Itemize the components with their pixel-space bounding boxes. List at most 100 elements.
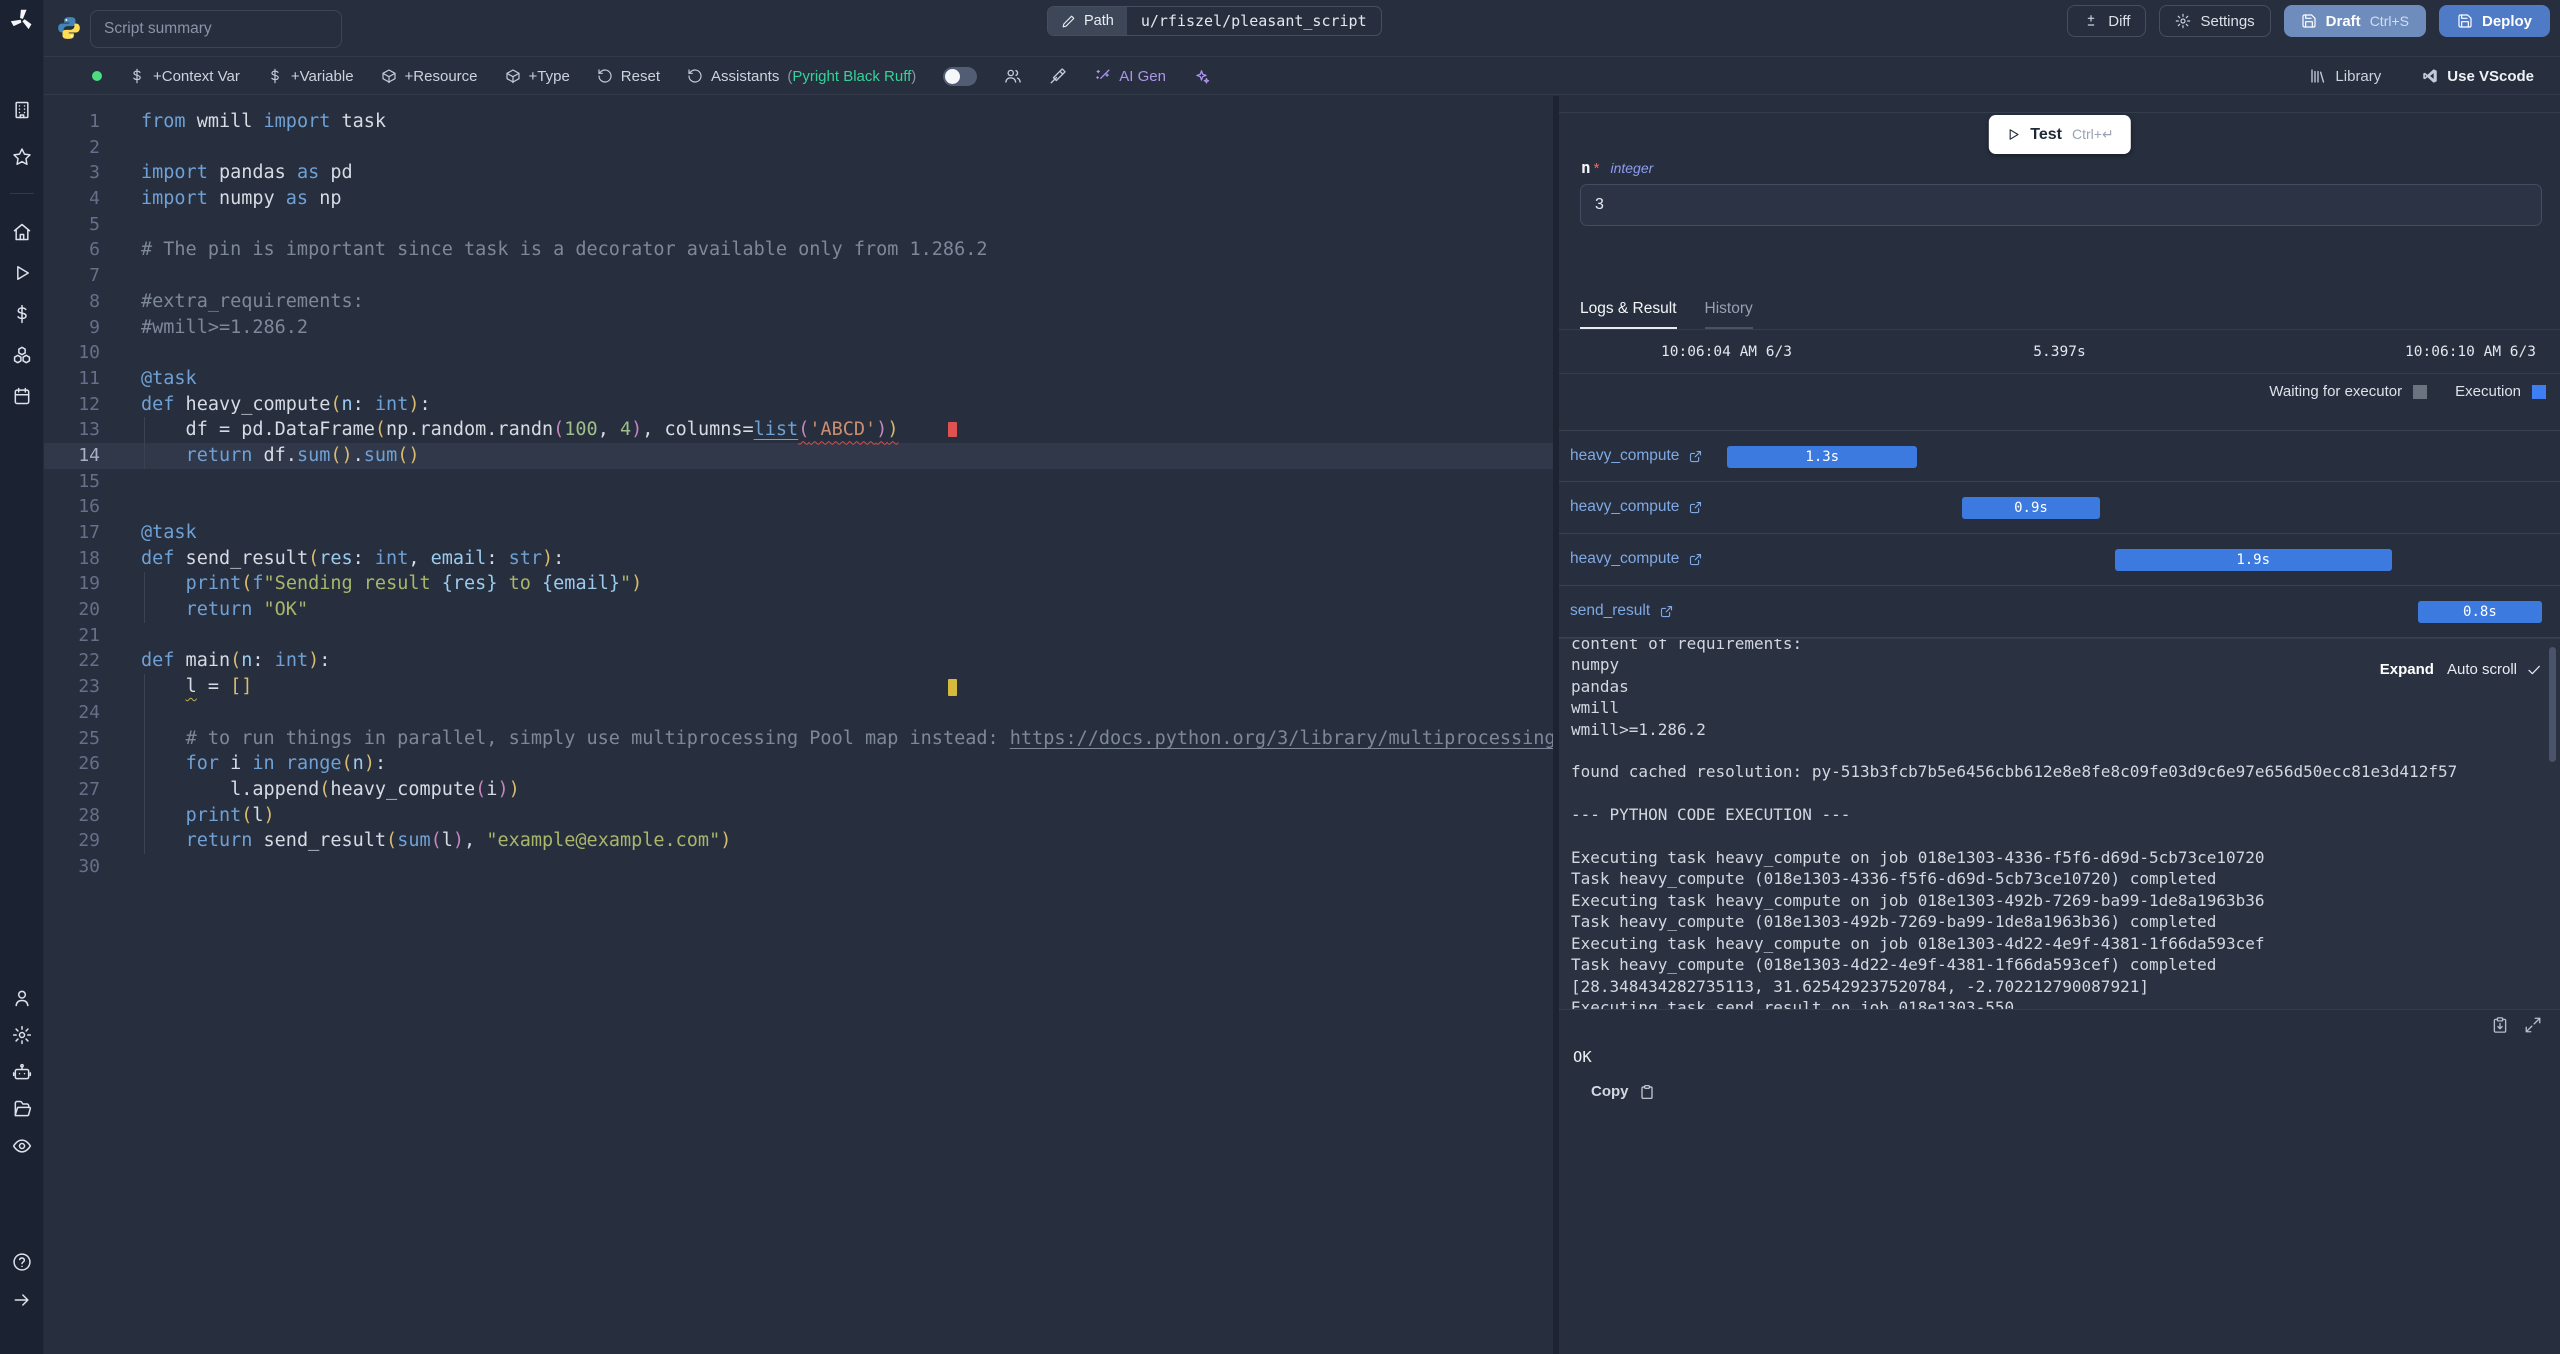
code-line[interactable]: 11 @task: [44, 366, 1553, 392]
library-button[interactable]: Library: [2309, 67, 2381, 85]
code-line[interactable]: 3 import pandas as pd: [44, 160, 1553, 186]
add-type-button[interactable]: +Type: [505, 68, 570, 85]
line-number: 27: [78, 778, 100, 800]
collaborators-button[interactable]: [1004, 67, 1022, 85]
job-link-send_result[interactable]: send_result: [1570, 602, 1674, 620]
code-line[interactable]: 22 def main(n: int):: [44, 648, 1553, 674]
code-line[interactable]: 29 return send_result(sum(l), "example@e…: [44, 828, 1553, 854]
script-summary-input[interactable]: [90, 10, 342, 48]
ai-sparkles-button[interactable]: [1193, 68, 1210, 85]
code-line[interactable]: 14 return df.sum().sum(): [44, 442, 1553, 469]
settings-button[interactable]: Settings: [2159, 5, 2271, 37]
arg-n-input[interactable]: [1580, 184, 2542, 226]
line-number: 24: [78, 701, 100, 723]
maximize-icon[interactable]: [2524, 1016, 2542, 1034]
code-line[interactable]: 27 l.append(heavy_compute(i)): [44, 777, 1553, 803]
code-line[interactable]: 4 import numpy as np: [44, 186, 1553, 212]
code-line[interactable]: 30: [44, 854, 1553, 880]
code-line[interactable]: 13 df = pd.DataFrame(np.random.randn(100…: [44, 417, 1553, 443]
draft-button[interactable]: Draft Ctrl+S: [2283, 5, 2426, 37]
use-vscode-button[interactable]: Use VScode: [2421, 67, 2534, 85]
code-token: 100: [564, 419, 598, 441]
sidebar-item-boxes-icon[interactable]: [12, 345, 32, 365]
code-line[interactable]: 23 l = []: [44, 674, 1553, 700]
sidebar-item-calendar-icon[interactable]: [12, 386, 32, 406]
sidebar-item-building-icon[interactable]: [12, 100, 32, 120]
run-times: 10:06:04 AM 6/3 5.397s 10:06:10 AM 6/3: [1559, 331, 2560, 374]
test-button[interactable]: Test Ctrl+↵: [1988, 115, 2131, 154]
job-name: heavy_compute: [1570, 550, 1680, 567]
code-line[interactable]: 6 # The pin is important since task is a …: [44, 237, 1553, 263]
execution-bar: 1.3s: [1727, 446, 1918, 468]
tab-history[interactable]: History: [1704, 300, 1753, 329]
sidebar-item-play-icon[interactable]: [12, 263, 32, 283]
logs-scrollbar[interactable]: [2549, 647, 2556, 762]
assistants-button[interactable]: Assistants (Pyright Black Ruff): [687, 68, 916, 85]
sidebar-item-bot-icon[interactable]: [12, 1062, 32, 1082]
code-line[interactable]: 15: [44, 469, 1553, 495]
job-link-heavy_compute[interactable]: heavy_compute: [1570, 550, 1703, 568]
sidebar-item-eye-icon[interactable]: [12, 1136, 32, 1156]
copy-result-button[interactable]: Copy: [1585, 1082, 1661, 1101]
code-line[interactable]: 8 #extra_requirements:: [44, 289, 1553, 315]
code-line[interactable]: 24: [44, 700, 1553, 726]
sidebar-item-arrow-right-icon[interactable]: [12, 1290, 32, 1310]
code-line[interactable]: 9 #wmill>=1.286.2: [44, 315, 1553, 341]
code-line[interactable]: 1 from wmill import task: [44, 109, 1553, 135]
code-line[interactable]: 19 print(f"Sending result {res} to {emai…: [44, 571, 1553, 597]
diff-button[interactable]: Diff: [2067, 5, 2147, 37]
code-line[interactable]: 2: [44, 135, 1553, 161]
code-line[interactable]: 28 print(l): [44, 803, 1553, 829]
expand-logs-button[interactable]: Expand: [2380, 661, 2434, 678]
code-token: str: [508, 547, 543, 569]
add-variable-button[interactable]: +Variable: [267, 68, 354, 85]
logs-viewer[interactable]: content of requirements: numpy pandas wmill…: [1559, 638, 2560, 1010]
code-line[interactable]: 26 for i in range(n):: [44, 751, 1553, 777]
code-line[interactable]: 5: [44, 212, 1553, 238]
code-line[interactable]: 17 @task: [44, 520, 1553, 546]
code-editor[interactable]: 1 from wmill import task 2 3 import pandas a…: [44, 96, 1553, 1354]
sidebar-item-settings-icon[interactable]: [12, 1025, 32, 1045]
assistant-tool-ruff: Ruff: [879, 67, 912, 85]
code-line[interactable]: 7: [44, 263, 1553, 289]
job-link-heavy_compute[interactable]: heavy_compute: [1570, 498, 1703, 516]
line-number: 10: [78, 342, 100, 364]
ai-gen-button[interactable]: AI Gen: [1094, 68, 1166, 85]
sidebar-item-user-icon[interactable]: [12, 988, 32, 1008]
code-line[interactable]: 16: [44, 494, 1553, 520]
tab-logs-result[interactable]: Logs & Result: [1580, 300, 1677, 329]
job-name: heavy_compute: [1570, 498, 1680, 515]
log-line: Task heavy_compute (018e1303-492b-7269-b…: [1571, 912, 2217, 932]
sidebar-item-home-icon[interactable]: [12, 222, 32, 242]
sidebar-item-folder-open-icon[interactable]: [12, 1099, 32, 1119]
windmill-logo[interactable]: [9, 7, 35, 33]
code-line[interactable]: 20 return "OK": [44, 597, 1553, 623]
line-number: 16: [78, 496, 100, 518]
code-line[interactable]: 10: [44, 340, 1553, 366]
code-line[interactable]: 18 def send_result(res: int, email: str):: [44, 546, 1553, 572]
reset-button[interactable]: Reset: [597, 68, 660, 85]
sidebar-item-dollar-icon[interactable]: [12, 304, 32, 324]
code-token: =: [196, 676, 231, 698]
code-line[interactable]: 25 # to run things in parallel, simply u…: [44, 726, 1553, 752]
path-editor[interactable]: Path u/rfiszel/pleasant_script: [1047, 6, 1382, 36]
job-link-heavy_compute[interactable]: heavy_compute: [1570, 447, 1703, 465]
copy-logs-icon[interactable]: [2491, 1016, 2509, 1034]
use-vscode-label: Use VScode: [2447, 67, 2534, 85]
status-dot: [92, 71, 102, 81]
sidebar-item-help-circle-icon[interactable]: [12, 1252, 32, 1272]
add-context-var-button[interactable]: +Context Var: [129, 68, 240, 85]
code-line[interactable]: 21: [44, 623, 1553, 649]
indent-guide: [144, 571, 145, 623]
code-token: df = pd.DataFrame: [141, 419, 375, 441]
add-resource-button[interactable]: +Resource: [381, 68, 478, 85]
code-line[interactable]: 12 def heavy_compute(n: int):: [44, 392, 1553, 418]
sidebar-item-star-icon[interactable]: [12, 147, 32, 167]
autoscroll-toggle[interactable]: Auto scroll: [2447, 661, 2542, 678]
code-token: n: [241, 650, 253, 672]
format-button[interactable]: [1049, 67, 1067, 85]
arg-type: integer: [1610, 160, 1654, 176]
deploy-button[interactable]: Deploy: [2438, 5, 2550, 37]
ai-assistant-toggle[interactable]: [943, 66, 978, 86]
log-line: found cached resolution: py-513b3fcb7b5e…: [1571, 762, 2458, 782]
